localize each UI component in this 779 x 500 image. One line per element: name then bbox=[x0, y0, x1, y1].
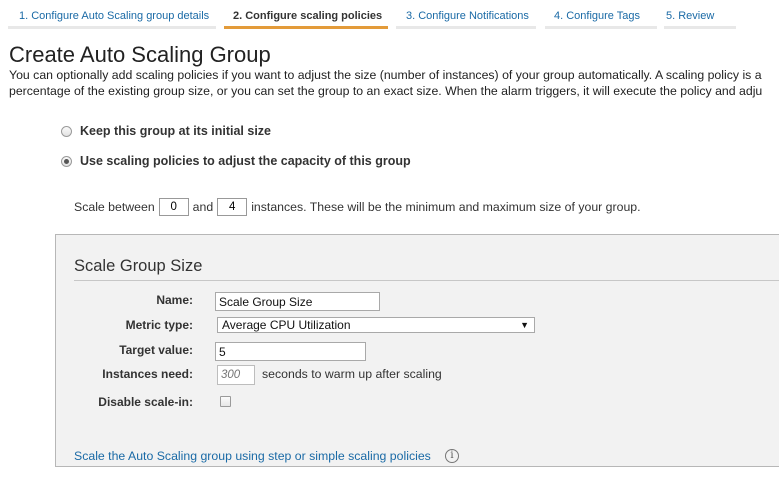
wizard-step-2[interactable]: 2. Configure scaling policies bbox=[224, 0, 388, 29]
keep-size-label: Keep this group at its initial size bbox=[80, 124, 272, 138]
scale-suffix: instances. These will be the minimum and… bbox=[251, 200, 641, 214]
scale-prefix: Scale between bbox=[74, 200, 155, 214]
info-icon[interactable]: i bbox=[445, 449, 459, 463]
wizard-step-5[interactable]: 5. Review bbox=[664, 0, 736, 29]
policy-section-title: Scale Group Size bbox=[74, 257, 203, 275]
use-policies-option[interactable]: Use scaling policies to adjust the capac… bbox=[61, 154, 411, 168]
metric-type-select[interactable]: Average CPU Utilization ▼ bbox=[217, 317, 535, 333]
use-policies-label: Use scaling policies to adjust the capac… bbox=[80, 154, 411, 168]
intro-line-2: percentage of the existing group size, o… bbox=[9, 84, 763, 98]
keep-size-option[interactable]: Keep this group at its initial size bbox=[61, 124, 271, 138]
scale-and: and bbox=[192, 200, 214, 214]
target-value-label: Target value: bbox=[119, 343, 193, 357]
page-title: Create Auto Scaling Group bbox=[9, 42, 271, 67]
wizard-steps: 1. Configure Auto Scaling group details … bbox=[0, 0, 779, 32]
wizard-step-3[interactable]: 3. Configure Notifications bbox=[396, 0, 536, 29]
name-label: Name: bbox=[156, 293, 193, 307]
metric-type-label: Metric type: bbox=[125, 318, 193, 332]
use-policies-radio[interactable] bbox=[61, 155, 72, 167]
min-size-input[interactable] bbox=[158, 198, 189, 216]
page-intro: You can optionally add scaling policies … bbox=[9, 67, 779, 99]
warmup-label: Instances need: bbox=[102, 367, 193, 381]
wizard-step-1[interactable]: 1. Configure Auto Scaling group details bbox=[8, 0, 216, 29]
wizard-step-4[interactable]: 4. Configure Tags bbox=[545, 0, 657, 29]
scale-range-row: Scale between and instances. These will … bbox=[74, 198, 641, 216]
max-size-input[interactable] bbox=[217, 198, 248, 216]
policy-name-input[interactable] bbox=[215, 292, 380, 311]
disable-scale-in-checkbox[interactable] bbox=[220, 396, 231, 407]
intro-line-1: You can optionally add scaling policies … bbox=[9, 68, 762, 82]
section-divider bbox=[74, 280, 779, 281]
keep-size-radio[interactable] bbox=[61, 125, 72, 137]
chevron-down-icon: ▼ bbox=[520, 320, 529, 330]
metric-type-value: Average CPU Utilization bbox=[222, 318, 351, 332]
warmup-input[interactable] bbox=[217, 365, 255, 385]
scale-policy-panel: Scale Group Size Name: Metric type: Aver… bbox=[55, 234, 779, 467]
step-scaling-link[interactable]: Scale the Auto Scaling group using step … bbox=[74, 449, 431, 463]
warmup-suffix: seconds to warm up after scaling bbox=[262, 367, 442, 381]
target-value-input[interactable] bbox=[215, 342, 366, 361]
disable-scale-in-label: Disable scale-in: bbox=[98, 395, 193, 409]
